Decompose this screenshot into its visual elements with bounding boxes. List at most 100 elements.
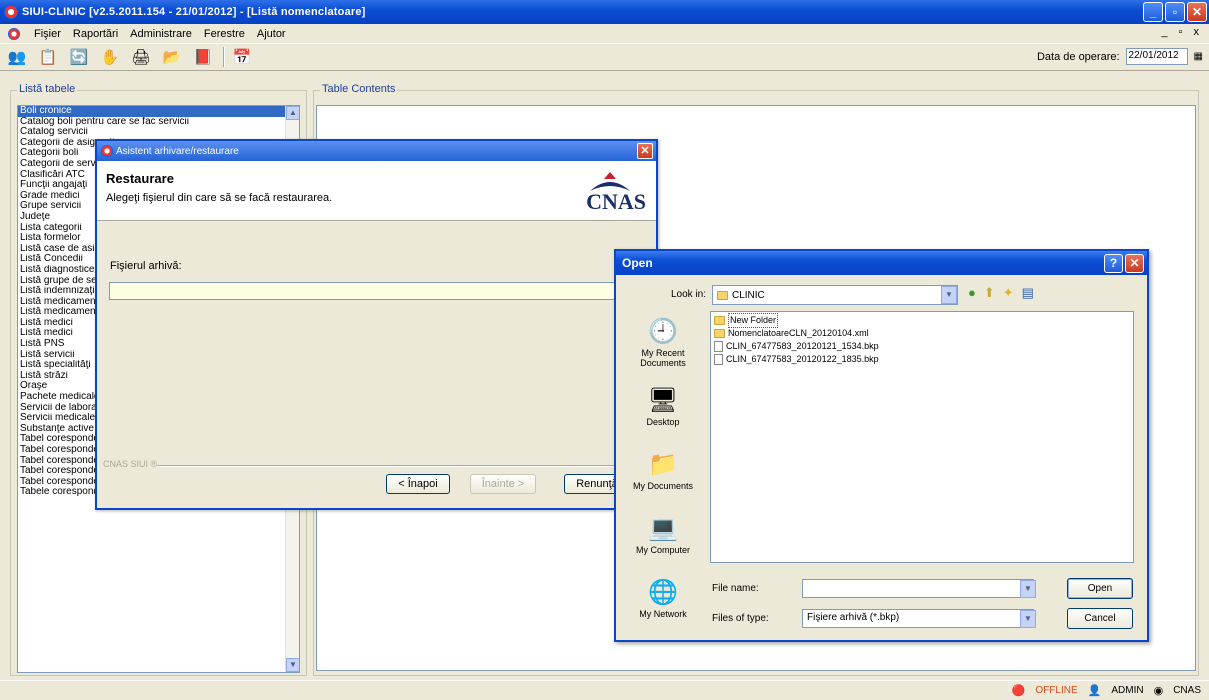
place-label: My Documents bbox=[632, 480, 694, 491]
list-item[interactable]: New Folder bbox=[714, 313, 1130, 328]
look-in-value: CLINIC bbox=[732, 289, 765, 301]
place-my-computer[interactable]: 💻 My Computer bbox=[622, 503, 704, 567]
file-name-input[interactable] bbox=[802, 579, 1034, 598]
place-my-documents[interactable]: 📁 My Documents bbox=[622, 439, 704, 503]
place-desktop[interactable]: 🖥 Desktop bbox=[622, 375, 704, 439]
folder-icon bbox=[717, 290, 728, 300]
open-button[interactable]: Open bbox=[1067, 578, 1133, 599]
back-button[interactable]: < Înapoi bbox=[386, 474, 450, 494]
up-folder-icon[interactable]: ⬆ bbox=[984, 285, 995, 301]
wizard-title: Asistent arhivare/restaurare bbox=[116, 145, 239, 157]
wizard-close-button[interactable]: ✕ bbox=[637, 143, 653, 159]
archive-file-input[interactable] bbox=[109, 282, 649, 300]
folder-icon bbox=[714, 329, 725, 338]
scroll-down-icon[interactable]: ▼ bbox=[286, 658, 299, 672]
wizard-app-icon bbox=[101, 145, 113, 157]
operation-date-field[interactable]: 22/01/2012 bbox=[1125, 48, 1188, 65]
file-icon bbox=[714, 354, 723, 365]
look-in-combo[interactable]: CLINIC ▼ bbox=[712, 285, 958, 305]
open-dialog-title: Open bbox=[622, 256, 653, 270]
back-icon[interactable]: ● bbox=[968, 285, 976, 301]
toolbar-separator bbox=[223, 47, 225, 67]
file-name: NomenclatoareCLN_20120104.xml bbox=[728, 328, 869, 338]
window-controls: _ ▫ ✕ bbox=[1143, 2, 1207, 22]
help-button[interactable]: ? bbox=[1104, 254, 1123, 273]
maximize-button[interactable]: ▫ bbox=[1165, 2, 1185, 22]
refresh-icon[interactable]: 🔄 bbox=[68, 46, 90, 68]
mdi-child-icon[interactable] bbox=[8, 27, 20, 40]
open-dialog-titlebar[interactable]: Open ? ✕ bbox=[616, 251, 1147, 275]
archive-file-label: Fişierul arhivă: bbox=[110, 260, 182, 272]
clipboard-icon[interactable]: 📂 bbox=[161, 46, 183, 68]
scroll-up-icon[interactable]: ▲ bbox=[286, 106, 299, 120]
list-item[interactable]: Catalog boli pentru care se fac servicii bbox=[18, 117, 299, 128]
file-type-label: Files of type: bbox=[712, 613, 769, 624]
my-computer-icon: 💻 bbox=[648, 514, 678, 542]
close-button[interactable]: ✕ bbox=[1187, 2, 1207, 22]
list-item[interactable]: CLIN_67477583_20120122_1835.bkp bbox=[714, 353, 1130, 366]
calendar-icon[interactable]: ▦ bbox=[1194, 51, 1203, 62]
cnas-logo-text: CNAS bbox=[586, 189, 646, 214]
cnas-icon: ◉ bbox=[1153, 685, 1164, 697]
wizard-titlebar[interactable]: Asistent arhivare/restaurare ✕ bbox=[97, 141, 656, 161]
user-icon: 👤 bbox=[1087, 685, 1102, 697]
cancel-button[interactable]: Cancel bbox=[1067, 608, 1133, 629]
chevron-down-icon[interactable]: ▼ bbox=[941, 286, 957, 304]
look-in-label: Look in: bbox=[671, 289, 707, 300]
list-item[interactable]: Catalog servicii bbox=[18, 127, 299, 138]
chevron-down-icon[interactable]: ▼ bbox=[1020, 580, 1036, 598]
file-name-label: File name: bbox=[712, 583, 759, 594]
places-bar: 🕘 My Recent Documents 🖥 Desktop 📁 My Doc… bbox=[622, 311, 704, 637]
new-folder-icon[interactable]: ✦ bbox=[1003, 285, 1014, 301]
menu-ferestre[interactable]: Ferestre bbox=[198, 28, 251, 40]
place-label: My Computer bbox=[635, 544, 690, 555]
status-bar: 🔴 OFFLINE 👤 ADMIN ◉ CNAS bbox=[0, 680, 1209, 700]
wizard-separator bbox=[157, 465, 652, 467]
toolbar: 👥 📋 🔄 ✋ 🖨 📂 📕 📅 Data de operare: 22/01/2… bbox=[0, 43, 1209, 71]
operation-date-label: Data de operare: bbox=[1036, 50, 1120, 63]
wizard-header: Restaurare Alegeţi fişierul din care să … bbox=[97, 161, 656, 221]
menu-administrare[interactable]: Administrare bbox=[124, 28, 198, 40]
place-label: My Network bbox=[639, 608, 687, 619]
open-dialog-tools: ● ⬆ ✦ ▤ bbox=[968, 285, 1034, 301]
app-icon bbox=[4, 5, 18, 19]
app-title: SIUI-CLINIC [v2.5.2011.154 - 21/01/2012]… bbox=[22, 6, 366, 18]
my-network-icon: 🌐 bbox=[648, 578, 678, 606]
export-icon[interactable]: 📕 bbox=[192, 46, 214, 68]
desktop-icon: 🖥 bbox=[647, 386, 679, 414]
restore-wizard-dialog: Asistent arhivare/restaurare ✕ Restaurar… bbox=[95, 139, 658, 510]
offline-status: OFFLINE bbox=[1035, 685, 1078, 696]
calendar-users-icon[interactable]: 📅 bbox=[231, 46, 253, 68]
chevron-down-icon[interactable]: ▼ bbox=[1020, 610, 1036, 628]
org-status: CNAS bbox=[1173, 685, 1201, 696]
print-icon[interactable]: 🖨 bbox=[130, 46, 152, 68]
mdi-window-controls[interactable]: _ ▫ x bbox=[1161, 26, 1203, 38]
menu-ajutor[interactable]: Ajutor bbox=[251, 28, 292, 40]
place-my-network[interactable]: 🌐 My Network bbox=[622, 567, 704, 631]
minimize-button[interactable]: _ bbox=[1143, 2, 1163, 22]
wizard-footer-label: CNAS SIUI ® bbox=[103, 459, 158, 469]
folder-icon bbox=[714, 316, 725, 325]
menu-fisier[interactable]: Fişier bbox=[28, 28, 67, 40]
operation-date: Data de operare: 22/01/2012 ▦ bbox=[1037, 48, 1203, 65]
place-recent-documents[interactable]: 🕘 My Recent Documents bbox=[622, 311, 704, 375]
user-status: ADMIN bbox=[1111, 685, 1144, 696]
users-icon[interactable]: 👥 bbox=[6, 46, 28, 68]
hand-icon[interactable]: ✋ bbox=[99, 46, 121, 68]
menu-raportari[interactable]: Raportări bbox=[67, 28, 124, 40]
list-item[interactable]: Boli cronice bbox=[18, 106, 299, 117]
open-dialog-close-button[interactable]: ✕ bbox=[1125, 254, 1144, 273]
view-menu-icon[interactable]: ▤ bbox=[1022, 285, 1034, 301]
table-contents-title: Table Contents bbox=[320, 83, 398, 95]
list-item[interactable]: NomenclatoareCLN_20120104.xml bbox=[714, 327, 1130, 340]
open-dialog-controls: ? ✕ bbox=[1104, 254, 1144, 273]
file-icon bbox=[714, 341, 723, 352]
file-list[interactable]: New Folder NomenclatoareCLN_20120104.xml… bbox=[710, 311, 1134, 563]
app-titlebar[interactable]: SIUI-CLINIC [v2.5.2011.154 - 21/01/2012]… bbox=[0, 0, 1209, 24]
file-type-select[interactable]: Fişiere arhivă (*.bkp) bbox=[802, 609, 1034, 628]
open-file-dialog: Open ? ✕ Look in: CLINIC ▼ ● ⬆ ✦ ▤ 🕘 My … bbox=[614, 249, 1149, 642]
list-item[interactable]: CLIN_67477583_20120121_1534.bkp bbox=[714, 340, 1130, 353]
document-check-icon[interactable]: 📋 bbox=[37, 46, 59, 68]
next-button[interactable]: Înainte > bbox=[470, 474, 536, 494]
table-list-title: Listă tabele bbox=[17, 83, 78, 95]
